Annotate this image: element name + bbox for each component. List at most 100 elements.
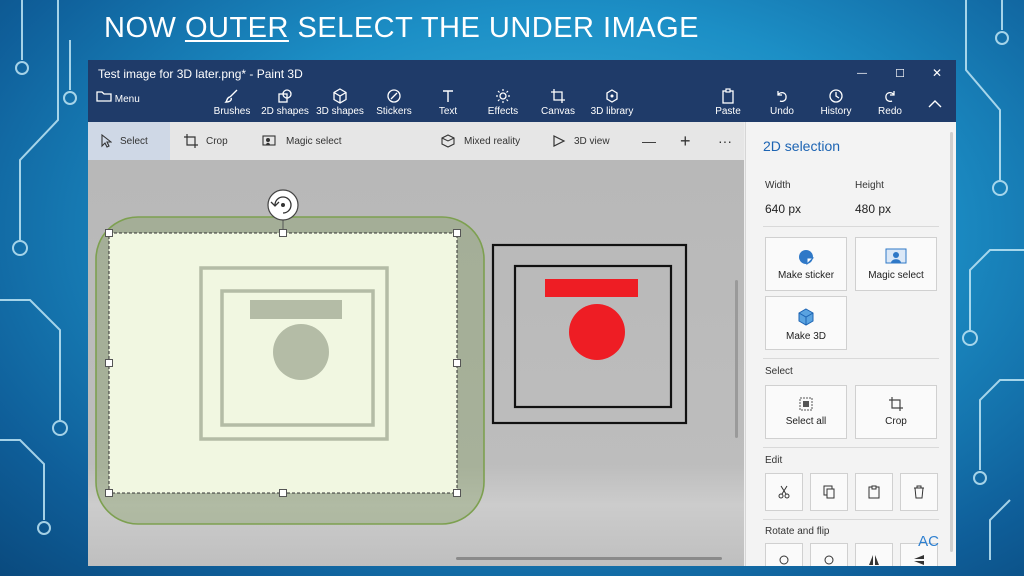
- tool-brushes[interactable]: Brushes: [204, 88, 260, 117]
- more-icon: ···: [718, 133, 732, 149]
- magic-select-panel-button[interactable]: Magic select: [855, 237, 937, 291]
- handle-left[interactable]: [105, 359, 113, 367]
- tool-3d-library[interactable]: 3D library: [584, 88, 640, 117]
- undo-icon: [777, 91, 787, 103]
- mixed-reality-button[interactable]: Mixed reality: [440, 122, 520, 160]
- vertical-scrollbar[interactable]: [735, 280, 738, 438]
- magic-select-tool-label: Magic select: [286, 135, 342, 147]
- chevron-up-icon: [928, 100, 942, 108]
- crop-tool-label: Crop: [206, 135, 228, 147]
- menu-label: Menu: [114, 94, 140, 105]
- copy-icon: [823, 485, 835, 499]
- rotate-left-icon: [779, 555, 789, 565]
- select-tool[interactable]: Select: [88, 122, 170, 160]
- tool-stickers-label: Stickers: [376, 106, 412, 117]
- magic-select-tool[interactable]: Magic select: [262, 122, 342, 160]
- handle-top-left[interactable]: [105, 229, 113, 237]
- magic-select-icon: [262, 135, 276, 146]
- rotate-left-button[interactable]: [765, 543, 803, 566]
- handle-top-right[interactable]: [453, 229, 461, 237]
- make-3d-button[interactable]: Make 3D: [765, 296, 847, 350]
- paste-label: Paste: [715, 106, 741, 117]
- slide-title-prefix: NOW: [104, 12, 177, 44]
- brush-icon: [224, 89, 238, 103]
- select-all-label: Select all: [785, 416, 827, 427]
- handle-right[interactable]: [453, 359, 461, 367]
- cube-icon: [333, 88, 347, 104]
- more-options-button[interactable]: ···: [718, 122, 732, 160]
- close-button[interactable]: ✕: [920, 62, 954, 84]
- tool-3d-library-label: 3D library: [590, 106, 634, 117]
- select-all-button[interactable]: Select all: [765, 385, 847, 439]
- minus-icon: —: [642, 133, 656, 149]
- slide-title: NOW OUTER SELECT THE UNDER IMAGE: [104, 12, 699, 45]
- width-value[interactable]: 640 px: [765, 202, 801, 216]
- history-icon: [829, 89, 843, 103]
- text-icon: [443, 90, 453, 102]
- selection-toolbar: Select Crop Magic select Mixed reality 3…: [88, 122, 744, 160]
- canvas-area[interactable]: [88, 160, 744, 566]
- cut-button[interactable]: [765, 473, 803, 511]
- panel-title: 2D selection: [763, 138, 841, 154]
- rotate-right-icon: [824, 555, 834, 565]
- divider: [763, 226, 939, 227]
- divider: [763, 519, 939, 520]
- history-button[interactable]: History: [808, 88, 864, 117]
- select-all-icon: [799, 397, 813, 411]
- panel-scrollbar[interactable]: [950, 132, 953, 552]
- tool-canvas[interactable]: Canvas: [530, 88, 586, 117]
- handle-top[interactable]: [279, 229, 287, 237]
- tool-stickers[interactable]: Stickers: [366, 88, 422, 117]
- tool-3d-shapes[interactable]: 3D shapes: [312, 88, 368, 117]
- sticker-icon: [799, 250, 815, 266]
- delete-button[interactable]: [900, 473, 938, 511]
- handle-bottom-right[interactable]: [453, 489, 461, 497]
- faded-circle: [273, 324, 329, 380]
- redo-icon: [885, 91, 895, 103]
- select-heading: Select: [765, 366, 793, 377]
- height-value[interactable]: 480 px: [855, 202, 891, 216]
- original-image[interactable]: [491, 243, 688, 425]
- tool-canvas-label: Canvas: [541, 106, 575, 117]
- crop-icon: [184, 134, 198, 148]
- crop-panel-button[interactable]: Crop: [855, 385, 937, 439]
- maximize-button[interactable]: ☐: [883, 62, 917, 84]
- horizontal-scrollbar[interactable]: [456, 557, 722, 560]
- make-sticker-button[interactable]: Make sticker: [765, 237, 847, 291]
- collapse-toolbar-button[interactable]: [928, 96, 942, 114]
- rotate-handle[interactable]: [267, 189, 299, 221]
- handle-bottom-left[interactable]: [105, 489, 113, 497]
- sticker-icon: [387, 89, 401, 103]
- height-label: Height: [855, 180, 884, 191]
- canvas-icon: [551, 89, 565, 103]
- tool-text-label: Text: [438, 106, 458, 117]
- 3d-library-icon: [606, 89, 618, 103]
- minimize-button[interactable]: —: [845, 62, 879, 84]
- tool-text[interactable]: Text: [420, 88, 476, 117]
- crop-tool[interactable]: Crop: [184, 122, 228, 160]
- magic-select-panel-label: Magic select: [868, 270, 924, 281]
- window-titlebar: Test image for 3D later.png* - Paint 3D …: [88, 60, 956, 86]
- handle-bottom[interactable]: [279, 489, 287, 497]
- slide-title-emphasis: OUTER: [184, 12, 289, 44]
- tool-2d-shapes-label: 2D shapes: [261, 106, 309, 117]
- rotate-flip-heading: Rotate and flip: [765, 526, 830, 537]
- undo-button[interactable]: Undo: [754, 88, 810, 117]
- zoom-in-button[interactable]: +: [680, 122, 691, 160]
- divider: [763, 358, 939, 359]
- original-red-circle: [569, 304, 625, 360]
- tool-effects[interactable]: Effects: [475, 88, 531, 117]
- menu-button[interactable]: Menu: [96, 90, 140, 105]
- flip-horizontal-button[interactable]: [855, 543, 893, 566]
- paste-panel-button[interactable]: [855, 473, 893, 511]
- zoom-out-button[interactable]: —: [642, 122, 656, 160]
- 3d-view-toggle[interactable]: 3D view: [552, 122, 610, 160]
- history-label: History: [820, 106, 852, 117]
- close-icon: ✕: [931, 66, 943, 80]
- rotate-right-button[interactable]: [810, 543, 848, 566]
- copy-button[interactable]: [810, 473, 848, 511]
- make-3d-label: Make 3D: [785, 331, 826, 342]
- tool-2d-shapes[interactable]: 2D shapes: [257, 88, 313, 117]
- redo-button[interactable]: Redo: [862, 88, 918, 117]
- paste-button[interactable]: Paste: [700, 88, 756, 117]
